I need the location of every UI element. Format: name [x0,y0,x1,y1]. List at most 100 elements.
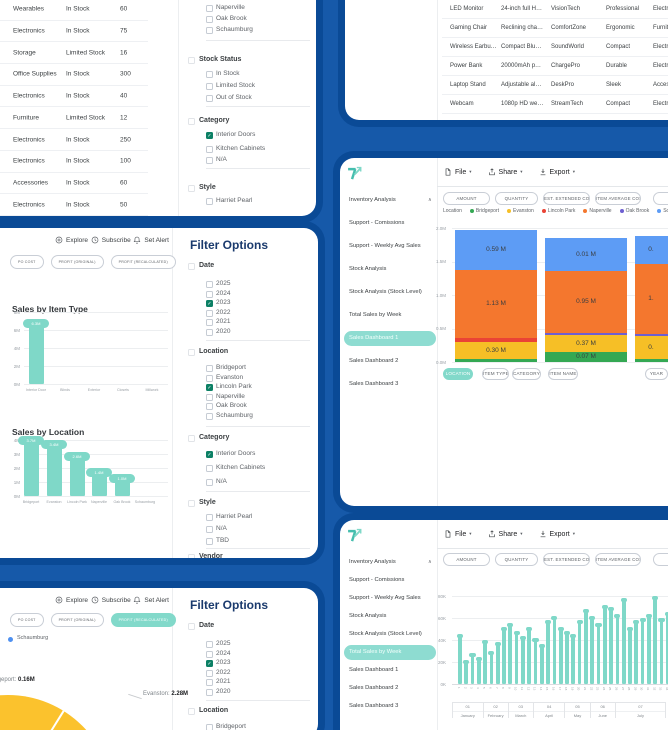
dimension-pill-year[interactable]: YEAR [645,368,668,380]
table-row[interactable]: StorageLimited Stock16 [0,42,148,64]
filter-checkbox[interactable] [206,413,213,420]
filter-checkbox[interactable] [206,95,213,102]
measure-tab-amount[interactable]: AMOUNT [443,553,490,566]
filter-checkbox[interactable] [206,146,213,153]
sidebar-item-sales-dashboard-2[interactable]: Sales Dashboard 2 [344,681,436,696]
toolbar-explore[interactable]: Explore [55,596,88,604]
table-row[interactable]: Gaming ChairReclining cha…ComfortZoneErg… [442,19,668,38]
menu-file[interactable]: File▾ [444,168,472,176]
table-row[interactable]: ElectronicsIn Stock40 [0,86,148,108]
section-checkbox[interactable] [188,185,195,192]
sidebar-item-sales-dashboard-3[interactable]: Sales Dashboard 3 [344,377,436,392]
sidebar-item-sales-dashboard-1[interactable]: Sales Dashboard 1 [344,331,436,346]
section-checkbox[interactable] [188,118,195,125]
measure-tab-est-extended-cost[interactable]: EST. EXTENDED COST [543,553,590,566]
filter-checkbox[interactable] [206,310,213,317]
toolbar-subscribe[interactable]: Subscribe [91,596,131,604]
filter-checkbox[interactable] [206,291,213,298]
sidebar-item-support-comissions[interactable]: Support - Comissions [344,216,436,231]
sidebar-item-sales-dashboard-1[interactable]: Sales Dashboard 1 [344,663,436,678]
measure-tab-quantity[interactable]: QUANTITY [495,553,538,566]
dimension-pill-item-type[interactable]: ITEM TYPE [482,368,509,380]
table-row[interactable]: WearablesIn Stock60 [0,0,148,21]
table-row[interactable]: FurnitureLimited Stock12 [0,108,148,130]
table-row[interactable]: ElectronicsIn Stock100 [0,151,148,173]
filter-checkbox[interactable] [206,514,213,521]
filter-checkbox[interactable] [206,365,213,372]
section-checkbox[interactable] [188,500,195,507]
sidebar-item-stock-analysis[interactable]: Stock Analysis [344,262,436,277]
section-checkbox[interactable] [188,623,195,630]
filter-checkbox[interactable] [206,375,213,382]
section-checkbox[interactable] [188,349,195,356]
toolbar-set-alert[interactable]: Set Alert [133,596,169,604]
filter-checkbox[interactable] [206,526,213,533]
sidebar-item-sales-dashboard-2[interactable]: Sales Dashboard 2 [344,354,436,369]
sidebar-item-inventory-analysis[interactable]: Inventory Analysis [344,193,436,208]
table-row[interactable]: ElectronicsIn Stock75 [0,21,148,43]
measure-tab-amount[interactable]: AMOUNT [443,192,490,205]
table-row[interactable]: Wireless Earbu…Compact Blu…SoundWorldCom… [442,38,668,57]
measure-tab-item-average-cost[interactable]: ITEM AVERAGE COST [595,192,641,205]
dimension-pill-location[interactable]: LOCATION [443,368,473,380]
filter-checkbox[interactable] [206,641,213,648]
filter-checkbox[interactable] [206,724,213,730]
filter-checkbox[interactable]: ✓ [206,132,213,139]
tab-po-cost[interactable]: PO COST [10,255,44,269]
table-row[interactable]: ElectronicsIn Stock250 [0,129,148,151]
measure-tab-po[interactable]: PO [653,553,668,566]
dimension-pill-item-name[interactable]: ITEM NAME [548,368,578,380]
tab-profit-recalculated[interactable]: PROFIT (RECALCULATED) [111,613,176,627]
sidebar-item-support-comissions[interactable]: Support - Comissions [344,573,436,588]
menu-share[interactable]: Share▾ [488,168,523,176]
sidebar-item-total-sales-by-week[interactable]: Total Sales by Week [344,308,436,323]
sidebar-item-inventory-analysis[interactable]: Inventory Analysis [344,555,436,570]
table-row[interactable]: LED Monitor24-inch full H…VisionTechProf… [442,0,668,19]
measure-tab-est-extended-cost[interactable]: EST. EXTENDED COST [543,192,590,205]
filter-checkbox[interactable] [206,319,213,326]
table-row[interactable]: Laptop StandAdjustable al…DeskProSleekAc… [442,76,668,95]
filter-checkbox[interactable] [206,281,213,288]
filter-checkbox[interactable] [206,71,213,78]
filter-checkbox[interactable] [206,670,213,677]
filter-checkbox[interactable]: ✓ [206,660,213,667]
table-row[interactable]: AccessoriesIn Stock60 [0,173,148,195]
menu-export[interactable]: Export▾ [539,168,576,176]
measure-tab-quantity[interactable]: QUANTITY [495,192,538,205]
filter-checkbox[interactable] [206,403,213,410]
filter-checkbox[interactable] [206,394,213,401]
filter-checkbox[interactable] [206,679,213,686]
section-checkbox[interactable] [188,708,195,715]
menu-share[interactable]: Share▾ [488,530,523,538]
filter-checkbox[interactable] [206,16,213,23]
filter-checkbox[interactable] [206,465,213,472]
sidebar-item-support-weekly-avg-sales[interactable]: Support - Weekly Avg Sales [344,591,436,606]
filter-checkbox[interactable] [206,198,213,205]
table-row[interactable]: Power Bank20000mAh p…ChargeProDurableEle… [442,57,668,76]
section-checkbox[interactable] [188,435,195,442]
table-row[interactable]: Office SuppliesIn Stock300 [0,64,148,86]
sidebar-item-total-sales-by-week[interactable]: Total Sales by Week [344,645,436,660]
filter-checkbox[interactable] [206,5,213,12]
filter-checkbox[interactable]: ✓ [206,451,213,458]
menu-export[interactable]: Export▾ [539,530,576,538]
filter-checkbox[interactable] [206,538,213,545]
toolbar-explore[interactable]: Explore [55,236,88,244]
sidebar-item-stock-analysis-stock-level[interactable]: Stock Analysis (Stock Level) [344,285,436,300]
dimension-pill-category[interactable]: CATEGORY [512,368,541,380]
tab-profit-original[interactable]: PROFIT (ORIGINAL) [51,255,104,269]
sidebar-item-stock-analysis-stock-level[interactable]: Stock Analysis (Stock Level) [344,627,436,642]
tab-po-cost[interactable]: PO COST [10,613,44,627]
filter-checkbox[interactable] [206,27,213,34]
filter-checkbox[interactable] [206,689,213,696]
section-checkbox[interactable] [188,57,195,64]
table-row[interactable]: Webcam1080p HD we…StreamTechCompactElect… [442,95,668,114]
filter-checkbox[interactable] [206,651,213,658]
sidebar-item-support-weekly-avg-sales[interactable]: Support - Weekly Avg Sales [344,239,436,254]
toolbar-set-alert[interactable]: Set Alert [133,236,169,244]
filter-checkbox[interactable]: ✓ [206,384,213,391]
measure-tab-item-average-cost[interactable]: ITEM AVERAGE COST [595,553,641,566]
filter-checkbox[interactable] [206,329,213,336]
table-row[interactable]: ElectronicsIn Stock50 [0,194,148,216]
sidebar-item-sales-dashboard-3[interactable]: Sales Dashboard 3 [344,699,436,714]
